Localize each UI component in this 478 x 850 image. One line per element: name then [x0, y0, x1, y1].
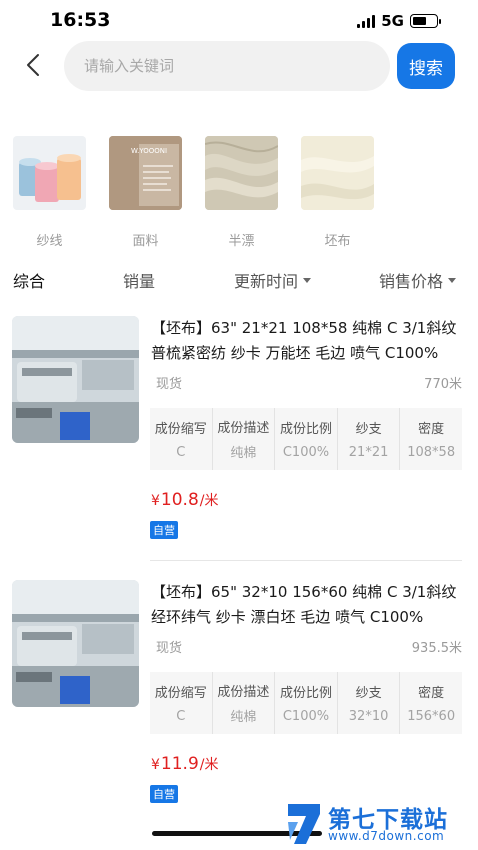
spec-column: 成份比例 C100%: [275, 672, 338, 734]
category-label: 面料: [132, 234, 159, 249]
stock-status: 现货: [156, 641, 183, 656]
spec-header: 密度: [418, 422, 445, 437]
category-yarn[interactable]: 纱线: [13, 136, 86, 249]
product-image: [12, 316, 139, 443]
sort-updated[interactable]: 更新时间: [234, 268, 312, 292]
self-operated-badge: 自营: [150, 785, 178, 803]
spec-header: 成份比例: [279, 686, 332, 701]
spec-header: 成份描述: [217, 685, 270, 700]
stock-quantity: 935.5米: [411, 641, 462, 656]
price-value: 10.8: [160, 490, 199, 510]
status-time: 16:53: [50, 9, 111, 31]
spec-value: C100%: [282, 445, 330, 460]
spec-column: 成份缩写 C: [150, 408, 213, 470]
category-label: 纱线: [36, 234, 63, 249]
network-type: 5G: [381, 12, 404, 30]
chevron-left-icon: [27, 54, 39, 76]
spec-value: 纯棉: [230, 710, 257, 725]
sort-label: 销量: [123, 272, 156, 291]
spec-column: 密度 108*58: [400, 408, 462, 470]
category-label: 半漂: [228, 234, 255, 249]
caret-down-icon: [303, 277, 312, 283]
battery-icon: [410, 14, 441, 28]
price-unit: /米: [199, 757, 219, 773]
status-indicators: 5G: [357, 12, 441, 30]
price-currency: ¥: [151, 493, 160, 509]
spec-column: 成份比例 C100%: [275, 408, 338, 470]
stock-quantity: 770米: [424, 377, 462, 392]
price-unit: /米: [199, 493, 219, 509]
product-meta: 现货 935.5米: [156, 637, 462, 656]
product-title: 【坯布】63" 21*21 108*58 纯棉 C 3/1斜纹 普梳紧密纺 纱卡…: [151, 319, 457, 362]
spec-value: C100%: [282, 709, 330, 724]
spec-header: 密度: [418, 686, 445, 701]
category-label: 坯布: [324, 234, 351, 249]
spec-column: 纱支 32*10: [338, 672, 401, 734]
product-price: ¥ 11.9 /米: [151, 754, 219, 774]
sort-sales[interactable]: 销量: [123, 268, 155, 292]
spec-column: 成份缩写 C: [150, 672, 213, 734]
grey-cloth-icon: [301, 136, 374, 210]
product-price: ¥ 10.8 /米: [151, 490, 219, 510]
back-button[interactable]: [18, 50, 48, 80]
spec-header: 成份比例: [279, 422, 332, 437]
signal-icon: [357, 14, 376, 28]
product-title: 【坯布】65" 32*10 156*60 纯棉 C 3/1斜纹 经环纬气 纱卡 …: [151, 583, 457, 626]
product-image: [12, 580, 139, 707]
product-meta: 现货 770米: [156, 373, 462, 392]
spec-column: 成份描述 纯棉: [213, 672, 276, 734]
spec-value: C: [176, 709, 186, 724]
search-box[interactable]: [64, 41, 390, 91]
fabric-brand-text: W.YOOONI: [131, 147, 167, 155]
spec-table: 成份缩写 C 成份描述 纯棉 成份比例 C100% 纱支 21*21 密度 10…: [150, 408, 462, 470]
spec-column: 成份描述 纯棉: [213, 408, 276, 470]
sort-comprehensive[interactable]: 综合: [13, 268, 45, 292]
self-operated-badge: 自营: [150, 521, 178, 539]
spec-header: 成份缩写: [154, 686, 207, 701]
stock-status: 现货: [156, 377, 183, 392]
divider: [150, 560, 462, 561]
sort-bar: 综合 销量 更新时间 销售价格: [0, 268, 478, 294]
spec-header: 成份描述: [217, 421, 270, 436]
caret-down-icon: [448, 277, 457, 283]
semi-bleached-fabric-icon: [205, 136, 278, 210]
price-value: 11.9: [160, 754, 199, 774]
sort-label: 销售价格: [379, 272, 444, 291]
category-semi-bleached[interactable]: 半漂: [205, 136, 278, 249]
price-currency: ¥: [151, 757, 160, 773]
sort-label: 综合: [13, 272, 46, 291]
search-input[interactable]: [64, 41, 390, 91]
watermark-url: www.d7down.com: [328, 829, 445, 843]
category-list: 纱线 W.YOOONI 面料 半漂 坯布: [13, 136, 374, 249]
spec-value: C: [176, 445, 186, 460]
spec-value: 156*60: [407, 709, 456, 724]
yarn-icon: [13, 136, 86, 210]
spec-table: 成份缩写 C 成份描述 纯棉 成份比例 C100% 纱支 32*10 密度 15…: [150, 672, 462, 734]
watermark: 第七下载站 www.d7down.com: [282, 798, 478, 850]
spec-value: 108*58: [407, 445, 456, 460]
status-bar: 16:53 5G: [0, 0, 478, 40]
spec-header: 纱支: [355, 686, 382, 701]
fabric-label-icon: W.YOOONI: [109, 136, 182, 210]
category-grey-cloth[interactable]: 坯布: [301, 136, 374, 249]
spec-header: 纱支: [355, 422, 382, 437]
spec-value: 32*10: [348, 709, 389, 724]
spec-column: 密度 156*60: [400, 672, 462, 734]
sort-price[interactable]: 销售价格: [379, 268, 457, 292]
spec-header: 成份缩写: [154, 422, 207, 437]
sort-label: 更新时间: [234, 272, 299, 291]
search-button[interactable]: 搜索: [397, 43, 455, 89]
spec-value: 21*21: [348, 445, 389, 460]
spec-column: 纱支 21*21: [338, 408, 401, 470]
watermark-logo-icon: [288, 804, 320, 844]
category-fabric[interactable]: W.YOOONI 面料: [109, 136, 182, 249]
spec-value: 纯棉: [230, 446, 257, 461]
